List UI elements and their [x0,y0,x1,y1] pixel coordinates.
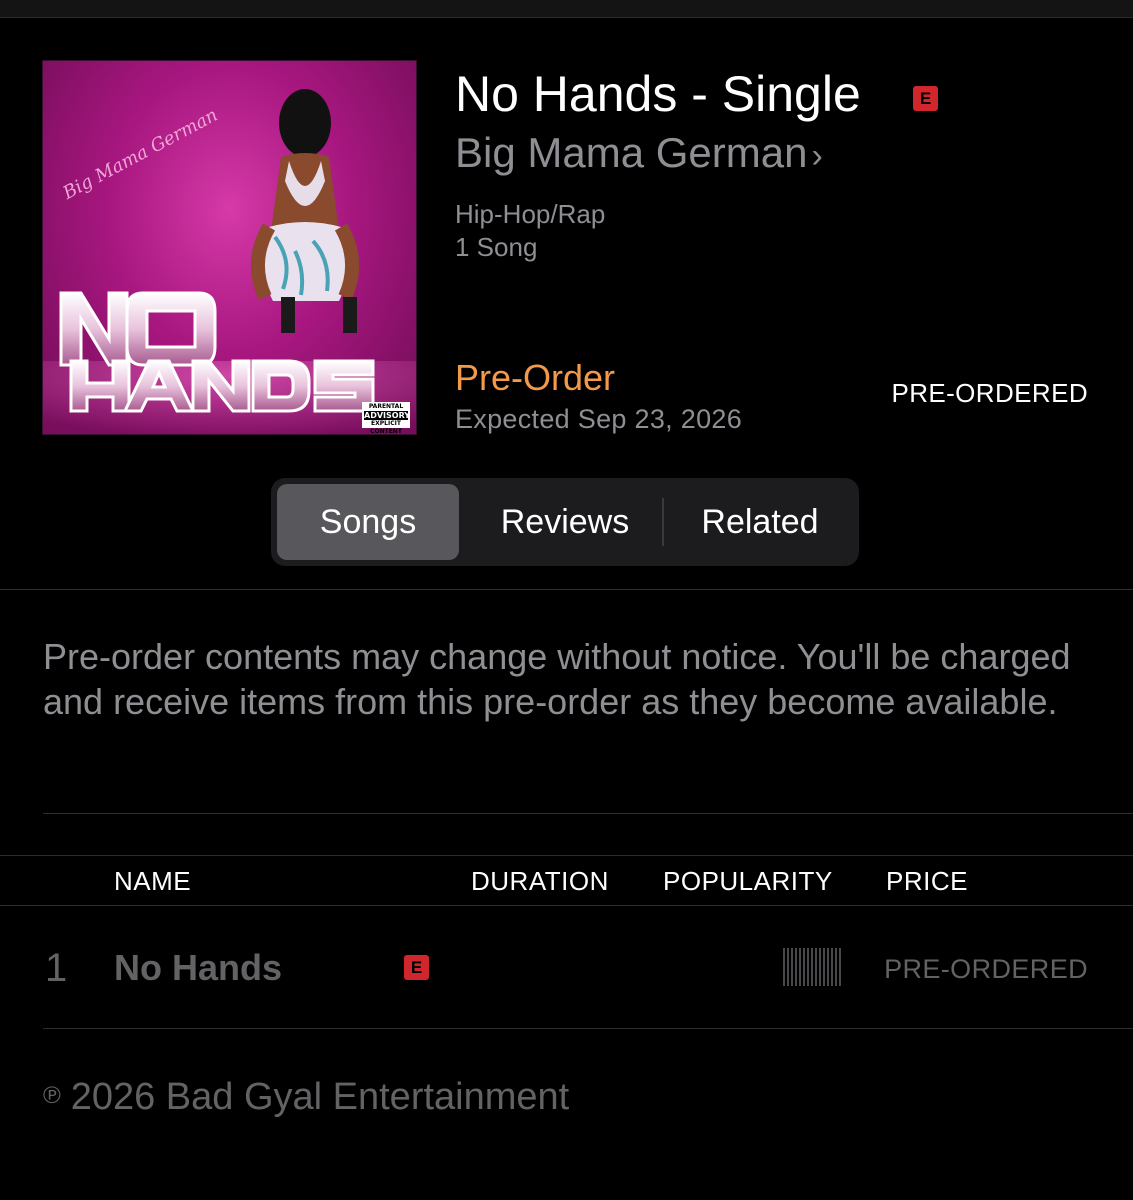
column-header-duration[interactable]: DURATION [471,866,609,896]
genre-label: Hip-Hop/Rap [455,199,606,229]
track-number: 1 [45,946,68,990]
table-top-divider [0,855,1133,856]
chevron-right-icon: › [811,137,823,175]
copyright-text: 2026 Bad Gyal Entertainment [70,1076,570,1118]
section-divider [0,589,1133,590]
tab-related[interactable]: Related [667,484,853,560]
explicit-icon: E [913,86,938,111]
notice-divider [43,813,1133,814]
column-header-price[interactable]: PRICE [886,866,968,896]
tab-songs[interactable]: Songs [277,484,459,560]
track-name: No Hands [114,947,283,988]
column-header-name[interactable]: NAME [114,866,191,896]
artist-name: Big Mama German [455,129,808,176]
table-header-divider [0,905,1133,906]
tab-segmented-control: Songs Reviews Related [271,478,859,566]
preorder-notice: Pre-order contents may change without no… [43,636,1071,722]
phonogram-icon: ℗ [43,1082,61,1109]
track-preordered-status[interactable]: PRE-ORDERED [884,953,1088,985]
parental-advisory-label: PARENTAL ADVISORY EXPLICIT CONTENT [362,402,411,434]
tab-reviews[interactable]: Reviews [471,484,659,560]
table-bottom-divider [43,1028,1133,1029]
advisory-bottom-text: EXPLICIT CONTENT [370,420,402,435]
explicit-icon: E [404,955,429,980]
advisory-top-text: PARENTAL [368,403,404,410]
popularity-bars-icon [783,948,843,986]
album-artwork: Big Mama German PARENTAL ADVISORY EXPLIC… [42,60,417,435]
segment-divider [662,498,664,546]
song-count: 1 Song [455,232,538,262]
copyright-notice: ℗ 2026 Bad Gyal Entertainment [43,1074,569,1119]
preorder-label: Pre-Order [455,357,616,398]
artwork-script-text: Big Mama German [59,105,222,205]
artist-link[interactable]: Big Mama German › [455,126,823,183]
column-header-popularity[interactable]: POPULARITY [663,866,833,896]
expected-release-date: Expected Sep 23, 2026 [455,404,743,434]
advisory-main-text: ADVISORY [364,411,411,420]
top-bar [0,0,1133,18]
artwork-illustration: Big Mama German [43,89,416,434]
preordered-status-button[interactable]: PRE-ORDERED [891,377,1088,409]
album-title: No Hands - Single [455,66,861,122]
